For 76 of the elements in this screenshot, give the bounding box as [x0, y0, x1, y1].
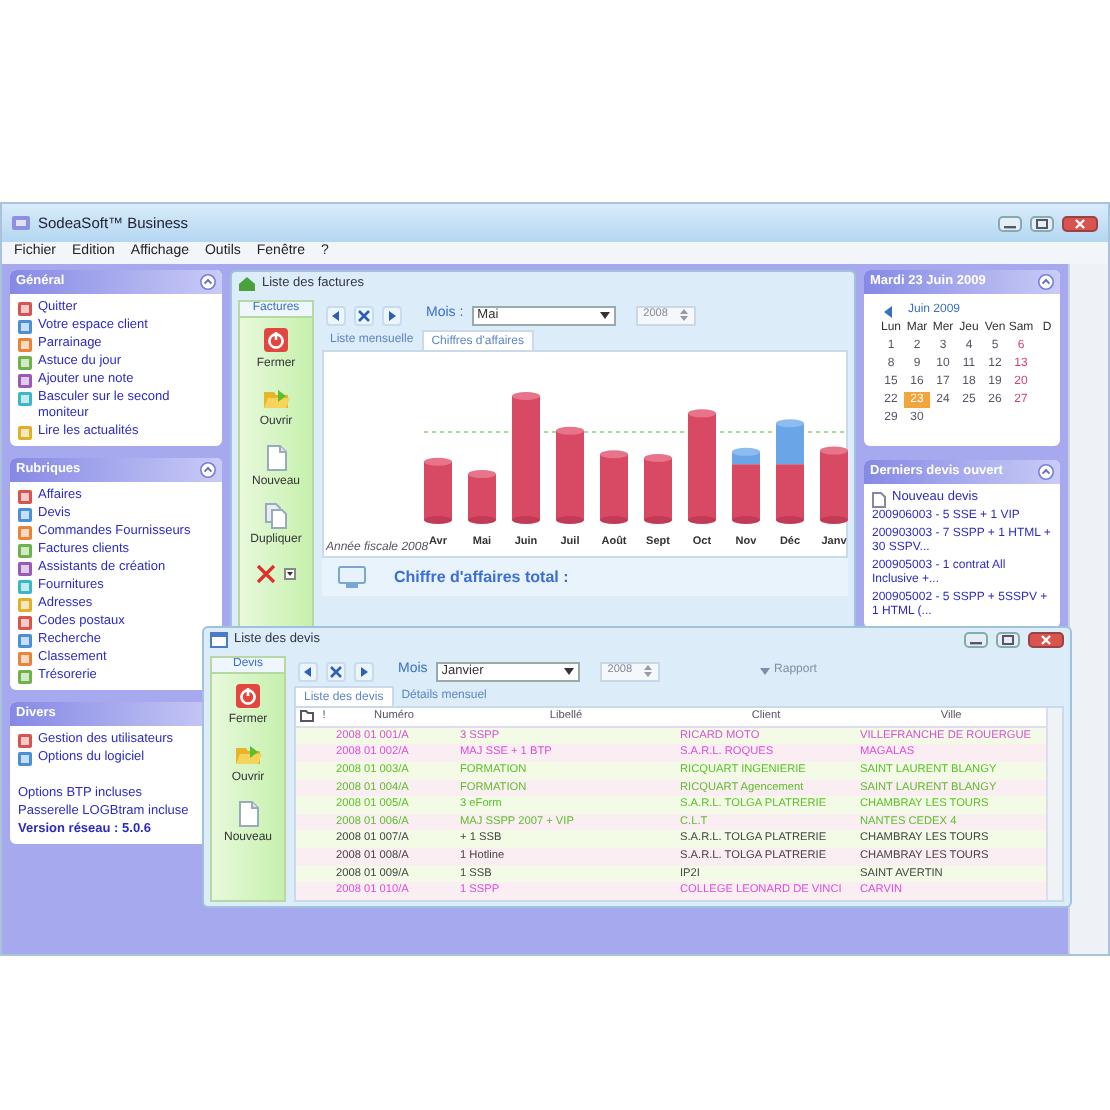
- calendar-icon: [210, 632, 228, 648]
- square-icon: [18, 338, 32, 352]
- copy-icon: [262, 501, 290, 530]
- scrollbar[interactable]: [1046, 708, 1062, 900]
- square-icon: [18, 634, 32, 648]
- square-icon: [18, 426, 32, 440]
- maximize-button[interactable]: [996, 632, 1020, 648]
- maximize-button[interactable]: [1030, 215, 1054, 231]
- square-icon: [18, 302, 32, 316]
- spin-icon: [644, 664, 653, 678]
- spin-icon: [679, 308, 688, 322]
- page-icon: [262, 443, 290, 472]
- collapse-icon[interactable]: [200, 462, 216, 478]
- previous-icon: [302, 665, 314, 677]
- folder-icon: [299, 710, 313, 723]
- next-button[interactable]: [354, 661, 374, 681]
- chart-bar: [556, 426, 584, 524]
- close-icon: [330, 665, 342, 677]
- square-icon: [18, 508, 32, 522]
- collapse-icon[interactable]: [1038, 274, 1054, 290]
- square-icon: [18, 580, 32, 594]
- folder-icon: [262, 384, 290, 413]
- square-icon: [18, 544, 32, 558]
- chart-bar: [468, 470, 496, 524]
- square-icon: [18, 526, 32, 540]
- minimize-button[interactable]: [964, 632, 988, 648]
- previous-button[interactable]: [326, 305, 346, 325]
- chart-bar: [688, 409, 716, 524]
- square-icon: [18, 670, 32, 684]
- next-icon: [358, 665, 370, 677]
- square-icon: [18, 320, 32, 334]
- chart-bar: [512, 392, 540, 524]
- square-icon: [18, 356, 32, 370]
- square-icon: [18, 392, 32, 406]
- square-icon: [18, 752, 32, 766]
- power-icon: [234, 682, 262, 711]
- collapse-icon[interactable]: [1038, 464, 1054, 480]
- dropdown-icon[interactable]: [284, 567, 296, 580]
- scrollbar[interactable]: [1068, 264, 1108, 954]
- square-icon: [18, 652, 32, 666]
- app-icon: [12, 214, 30, 232]
- square-icon: [18, 374, 32, 388]
- close-icon: [358, 309, 370, 321]
- caret-icon: [760, 667, 771, 675]
- caret-icon: [563, 667, 574, 675]
- chart-bar: [732, 447, 760, 524]
- square-icon: [18, 598, 32, 612]
- delete-icon[interactable]: [256, 563, 276, 584]
- close-button[interactable]: [1062, 215, 1098, 231]
- cancel-button[interactable]: [354, 305, 374, 325]
- page-icon: [872, 492, 886, 508]
- total-label: Chiffre d'affaires total :: [394, 567, 569, 587]
- previous-icon: [330, 309, 342, 321]
- square-icon: [18, 734, 32, 748]
- previous-button[interactable]: [298, 661, 318, 681]
- page-icon: [234, 799, 262, 828]
- close-button[interactable]: [1028, 632, 1064, 648]
- square-icon: [18, 490, 32, 504]
- chart-bar: [820, 446, 848, 524]
- monitor-icon: [338, 566, 366, 588]
- folder-icon: [234, 740, 262, 769]
- chart-bar: [776, 419, 804, 524]
- caret-icon: [599, 311, 610, 319]
- chart-bar: [424, 457, 452, 524]
- chart-bar: [600, 450, 628, 524]
- square-icon: [18, 616, 32, 630]
- next-icon: [386, 309, 398, 321]
- previous-icon[interactable]: [884, 305, 892, 318]
- chart-bar: [644, 454, 672, 524]
- minimize-button[interactable]: [998, 215, 1022, 231]
- home-icon: [238, 276, 256, 292]
- cancel-button[interactable]: [326, 661, 346, 681]
- collapse-icon[interactable]: [200, 274, 216, 290]
- power-icon: [262, 326, 290, 355]
- next-button[interactable]: [382, 305, 402, 325]
- square-icon: [18, 562, 32, 576]
